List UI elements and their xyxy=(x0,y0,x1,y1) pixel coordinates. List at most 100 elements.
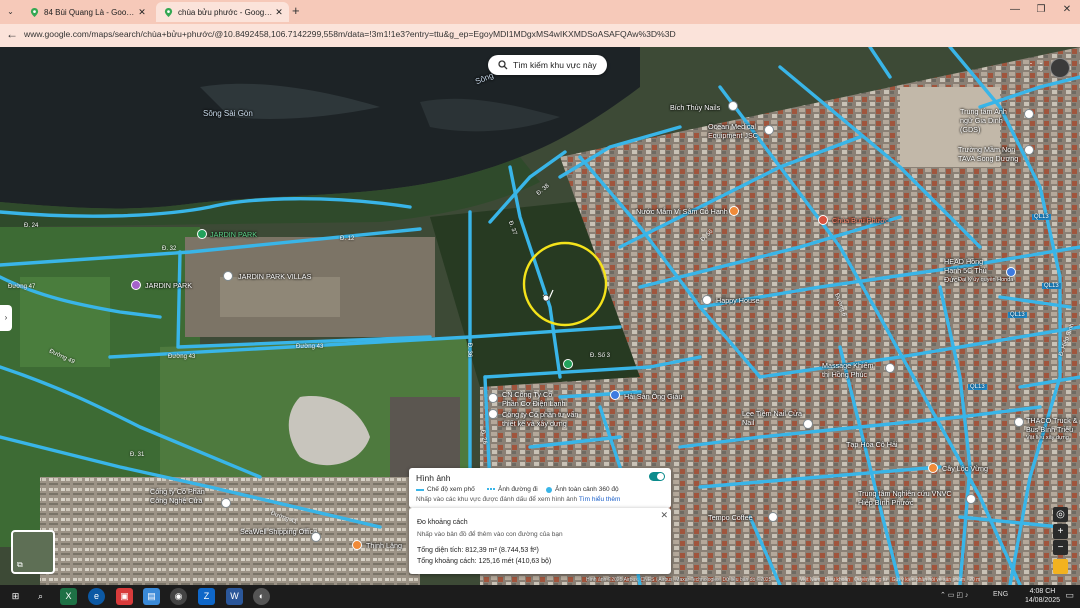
new-tab-button[interactable]: + xyxy=(292,3,300,18)
tab-inactive[interactable]: 84 Bùi Quang Là - Google Maps ✕ xyxy=(22,2,152,22)
street-label: Đ. 24 xyxy=(24,223,39,229)
search-this-area-button[interactable]: Tìm kiếm khu vực này xyxy=(488,55,607,75)
legend-road-photos: Ảnh đường đi xyxy=(487,486,538,493)
place-label[interactable]: Bích Thủy Nails xyxy=(670,103,720,112)
street-label: Đ. 32 xyxy=(162,246,177,252)
place-label[interactable]: Tạp Hóa Cô Hải xyxy=(846,440,898,449)
zalo-icon[interactable]: Z xyxy=(198,588,215,605)
place-label[interactable]: Lee Tiệm Nail Cửa Nail xyxy=(742,409,802,427)
place-label[interactable]: CN Công Ty Cổ Phần Cơ Điện Lạnh xyxy=(502,390,566,408)
cafe-pin-icon[interactable] xyxy=(768,512,778,522)
place-pin-icon[interactable] xyxy=(702,295,712,305)
place-pin-icon[interactable] xyxy=(311,532,321,542)
food-pin-icon[interactable] xyxy=(729,206,739,216)
place-label[interactable]: Thịnh Lăng xyxy=(366,541,402,550)
total-distance: Tổng khoảng cách: 125,16 mét (410,63 bộ) xyxy=(417,558,552,565)
close-window-button[interactable]: ✕ xyxy=(1056,4,1078,15)
zoom-out-button[interactable]: − xyxy=(1053,540,1068,555)
place-label[interactable]: Công ty Cổ Phần Công Nghệ Cửa xyxy=(150,487,220,505)
place-label[interactable]: Massage Khiếm thị Hồng Phúc xyxy=(822,361,880,379)
school-pin-icon[interactable] xyxy=(1024,145,1034,155)
url-field[interactable]: www.google.com/maps/search/chùa+bửu+phướ… xyxy=(24,29,676,39)
place-label[interactable]: Ocean Medical Equipment JSC xyxy=(708,122,764,140)
taskbar: ⊞ ⌕ X e ▣ ▤ ◉ Z W ◐ ⌃ ▭ ◰ ♪ ENG 4:08 CH … xyxy=(0,585,1080,608)
tab-close-icon[interactable]: ✕ xyxy=(273,7,285,18)
maximize-button[interactable]: ❐ xyxy=(1030,4,1052,15)
park-pin-icon[interactable] xyxy=(197,229,207,239)
my-location-icon[interactable]: ◎ xyxy=(1053,507,1068,522)
seafood-pin-icon[interactable] xyxy=(610,390,620,400)
app-icon[interactable]: ◐ xyxy=(253,588,270,605)
tab-close-icon[interactable]: ✕ xyxy=(136,7,148,18)
excel-icon[interactable]: X xyxy=(60,588,77,605)
place-pin-icon[interactable] xyxy=(488,409,498,419)
place-label[interactable]: Hải Sản Ông Giàu xyxy=(624,392,682,401)
windows-start-icon[interactable]: ⊞ xyxy=(7,588,24,605)
system-tray-icons[interactable]: ⌃ ▭ ◰ ♪ xyxy=(940,591,968,599)
place-label[interactable]: JARDIN PARK xyxy=(145,281,192,290)
notification-icon[interactable]: ▭ xyxy=(1065,590,1074,601)
place-label[interactable]: JARDIN PARK VILLAS xyxy=(238,272,311,281)
highway-badge: QL13 xyxy=(1042,283,1061,289)
avatar[interactable] xyxy=(1050,58,1070,78)
maps-pin-icon xyxy=(164,7,173,17)
temple-pin-icon[interactable] xyxy=(818,215,828,225)
clock[interactable]: 4:08 CH 14/08/2025 xyxy=(1025,587,1060,605)
place-label[interactable]: Chùa Bửu Phước xyxy=(832,216,889,225)
satellite-map[interactable]: Sông Sài Gòn Sông JARDIN PARK JARDIN PAR… xyxy=(0,47,1080,585)
map-attribution: Hình ảnh ©2025 Airbus, CNES / Airbus, Ma… xyxy=(586,577,772,583)
place-label[interactable]: JARDIN PARK xyxy=(210,230,257,239)
apps-grid-icon[interactable]: ⋮⋮ xyxy=(1026,62,1046,73)
school-pin-icon[interactable] xyxy=(1024,109,1034,119)
zoom-in-button[interactable]: + xyxy=(1053,524,1068,539)
learn-more-link[interactable]: Tìm hiểu thêm xyxy=(579,496,621,503)
store-pin-icon[interactable] xyxy=(1006,267,1016,277)
edge-icon[interactable]: e xyxy=(88,588,105,605)
place-pin-icon[interactable] xyxy=(764,125,774,135)
back-arrow-icon[interactable]: ← xyxy=(6,27,18,41)
place-label[interactable]: Happy House xyxy=(716,296,760,305)
place-label[interactable]: Trung tâm Anh ngữ Gia Dinh (GDS) xyxy=(960,107,1020,134)
place-label[interactable]: Trung tâm Nghiên cứu VNVC Hiệp Bình Phướ… xyxy=(858,489,962,507)
place-label[interactable]: Tempo Coffee xyxy=(708,513,753,522)
clock-date: 14/08/2025 xyxy=(1024,597,1060,604)
place-pin-icon[interactable] xyxy=(803,419,813,429)
map-footer-links: Việt Nam Điều khoản Quyền riêng tư Gửi ý… xyxy=(800,577,981,583)
place-pin-icon[interactable] xyxy=(563,359,573,369)
place-pin-icon[interactable] xyxy=(1014,417,1024,427)
close-icon[interactable]: ✕ xyxy=(660,510,668,521)
tab-title: chùa bửu phước - Google Maps xyxy=(178,7,273,17)
place-pin-icon[interactable] xyxy=(966,494,976,504)
place-label[interactable]: Công ty Cổ phần tư vấn thiết kế và xây d… xyxy=(502,410,592,428)
place-label[interactable]: Trường Mầm Non TAVA Song Dương xyxy=(958,145,1022,163)
place-pin-icon[interactable] xyxy=(928,463,938,473)
app-icon[interactable]: ▣ xyxy=(116,588,133,605)
imagery-hint: Nhấp vào các khu vực được đánh dấu để xe… xyxy=(416,496,621,503)
imagery-toggle[interactable] xyxy=(649,472,665,481)
place-pin-icon[interactable] xyxy=(488,393,498,403)
place-pin-icon[interactable] xyxy=(728,101,738,111)
place-label[interactable]: SeaWell Shipping Office xyxy=(240,527,317,536)
place-label[interactable]: Nước Mắm Vị Sâm Cô Hạnh xyxy=(636,207,728,216)
place-label[interactable]: Cây Lộc Vừng xyxy=(942,464,988,473)
app-icon[interactable]: ▤ xyxy=(143,588,160,605)
place-pin-icon[interactable] xyxy=(223,271,233,281)
place-pin-icon[interactable] xyxy=(352,540,362,550)
place-label[interactable]: THACO Truck & Bus Bình Triệu xyxy=(1026,416,1078,434)
tab-search-button[interactable]: ⌄ xyxy=(4,5,17,18)
pegman-icon[interactable] xyxy=(1053,559,1068,574)
language-indicator[interactable]: ENG xyxy=(993,591,1008,598)
chrome-icon[interactable]: ◉ xyxy=(170,588,187,605)
maps-pin-icon xyxy=(30,7,39,17)
tab-bar: ⌄ 84 Bùi Quang Là - Google Maps ✕ chùa b… xyxy=(0,0,1080,24)
tab-title: 84 Bùi Quang Là - Google Maps xyxy=(44,7,136,17)
expand-sidebar-button[interactable]: › xyxy=(0,305,12,331)
word-icon[interactable]: W xyxy=(226,588,243,605)
place-pin-icon[interactable] xyxy=(221,498,231,508)
minimize-button[interactable]: — xyxy=(1004,4,1026,15)
tab-active[interactable]: chùa bửu phước - Google Maps ✕ xyxy=(156,2,289,22)
place-pin-icon[interactable] xyxy=(885,363,895,373)
search-icon[interactable]: ⌕ xyxy=(32,588,49,605)
layers-button[interactable]: ⧉ xyxy=(11,530,55,574)
shopping-pin-icon[interactable] xyxy=(131,280,141,290)
